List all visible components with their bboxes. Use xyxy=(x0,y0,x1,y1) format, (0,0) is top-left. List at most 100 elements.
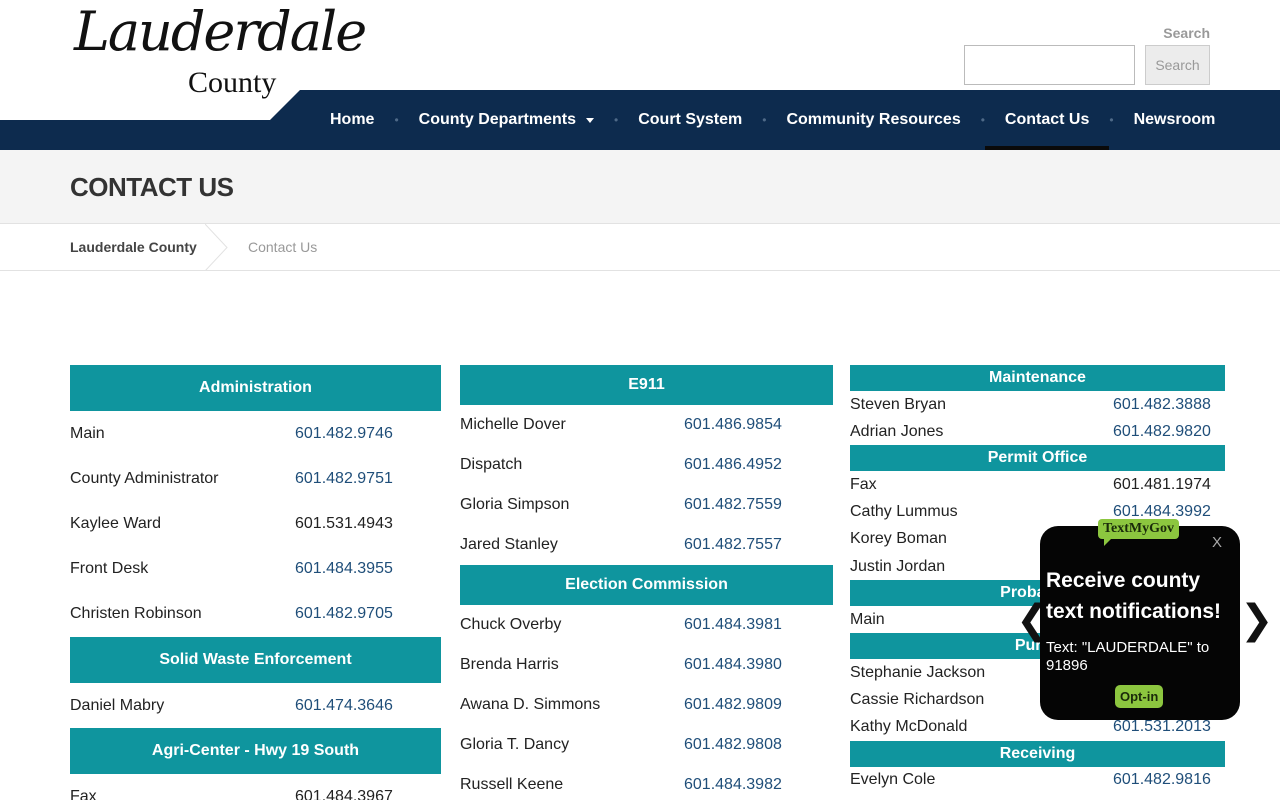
phone-link[interactable]: 601.482.9808 xyxy=(684,736,782,754)
phone-number: 601.484.3967 xyxy=(295,787,393,800)
contact-name: Russell Keene xyxy=(460,776,564,793)
contact-name: Kaylee Ward xyxy=(70,514,161,532)
phone-link[interactable]: 601.482.9816 xyxy=(1113,771,1211,789)
phone-link[interactable]: 601.531.2013 xyxy=(1113,718,1211,736)
contact-name: Awana D. Simmons xyxy=(460,696,601,713)
directory-column-2: E911 Michelle Dover 601.486.9854 Dispatch… xyxy=(460,365,833,800)
nav-contact-us-label: Contact Us xyxy=(1004,111,1090,128)
contact-name: County Administrator xyxy=(70,469,219,487)
table-row: Evelyn Cole 601.482.9816 xyxy=(850,767,1225,794)
contact-name: Gloria T. Dancy xyxy=(460,736,570,753)
phone-link[interactable]: 601.482.7559 xyxy=(684,496,782,514)
popup-heading: Receive county text notifications! xyxy=(1046,569,1222,623)
phone-link[interactable]: 601.486.9854 xyxy=(684,416,782,434)
contact-name: Adrian Jones xyxy=(850,422,944,440)
contact-name: Steven Bryan xyxy=(850,395,947,413)
section-header-solid-waste: Solid Waste Enforcement xyxy=(70,636,441,683)
main-nav: Home • County Departments • Court System… xyxy=(0,90,1280,150)
phone-link[interactable]: 601.482.3888 xyxy=(1113,396,1211,414)
contact-name: Christen Robinson xyxy=(70,605,202,623)
phone-link[interactable]: 601.482.9751 xyxy=(295,470,393,488)
table-row: Front Desk 601.484.3955 xyxy=(70,547,441,592)
page: Lauderdale County Search Search Home • C… xyxy=(0,0,1280,800)
nav-county-departments-label: County Departments xyxy=(418,111,577,128)
contact-name: Fax xyxy=(70,787,97,800)
table-row: Michelle Dover 601.486.9854 xyxy=(460,405,833,445)
table-row: Fax 601.484.3967 xyxy=(70,774,441,800)
table-row: Brenda Harris 601.484.3980 xyxy=(460,645,833,685)
nav-contact-us[interactable]: Contact Us xyxy=(984,90,1110,150)
contact-name: Brenda Harris xyxy=(460,656,559,673)
phone-number: 601.531.4943 xyxy=(295,514,393,532)
contact-name: Chuck Overby xyxy=(460,616,562,633)
table-row: Kaylee Ward 601.531.4943 xyxy=(70,501,441,546)
section-header-maintenance: Maintenance xyxy=(850,365,1225,391)
phone-link[interactable]: 601.482.9820 xyxy=(1113,423,1211,441)
table-row: Daniel Mabry 601.474.3646 xyxy=(70,683,441,728)
contact-name: Michelle Dover xyxy=(460,416,566,433)
table-row: Dispatch 601.486.4952 xyxy=(460,445,833,485)
phone-link[interactable]: 601.482.9746 xyxy=(295,425,393,443)
logo-script-text: Lauderdale xyxy=(74,0,367,63)
contact-name: Gloria Simpson xyxy=(460,496,570,513)
table-row: Adrian Jones 601.482.9820 xyxy=(850,418,1225,445)
directory-column-1: Administration Main 601.482.9746 County A… xyxy=(70,365,441,800)
contact-name: Dispatch xyxy=(460,456,523,473)
search-input[interactable] xyxy=(964,45,1135,85)
contact-name: Evelyn Cole xyxy=(850,771,936,789)
phone-link[interactable]: 601.484.3980 xyxy=(684,656,782,674)
nav-newsroom[interactable]: Newsroom xyxy=(1114,90,1236,150)
section-header-agri-center: Agri-Center - Hwy 19 South xyxy=(70,728,441,775)
nav-community-resources[interactable]: Community Resources xyxy=(766,90,980,150)
search-label: Search xyxy=(1163,25,1210,41)
phone-number: 601.481.1974 xyxy=(1113,475,1211,493)
section-header-e911: E911 xyxy=(460,365,833,405)
phone-link[interactable]: 601.484.3981 xyxy=(684,616,782,634)
contact-name: Main xyxy=(70,424,105,442)
table-row: Russell Keene 601.484.3982 xyxy=(460,765,833,800)
phone-link[interactable]: 601.484.3982 xyxy=(684,776,782,794)
contact-name: Fax xyxy=(850,475,877,493)
popup-instructions: Text: "LAUDERDALE" to 91896 xyxy=(1046,639,1210,674)
table-row: County Administrator 601.482.9751 xyxy=(70,456,441,501)
nav-diagonal xyxy=(270,90,300,120)
contact-name: Cathy Lummus xyxy=(850,503,958,521)
breadcrumb-current: Contact Us xyxy=(248,239,318,255)
opt-in-button[interactable]: Opt-in xyxy=(1115,685,1164,708)
contact-name: Front Desk xyxy=(70,560,149,578)
breadcrumb-chevron-icon xyxy=(205,224,228,271)
phone-link[interactable]: 601.484.3955 xyxy=(295,560,393,578)
nav-county-departments[interactable]: County Departments xyxy=(399,90,614,150)
section-header-receiving: Receiving xyxy=(850,740,1225,767)
table-row: Fax 601.481.1974 xyxy=(850,471,1225,498)
table-row: Gloria T. Dancy 601.482.9808 xyxy=(460,725,833,765)
page-title: CONTACT US xyxy=(70,172,234,202)
table-row: Gloria Simpson 601.482.7559 xyxy=(460,485,833,525)
table-row: Chuck Overby 601.484.3981 xyxy=(460,605,833,645)
table-row: Jared Stanley 601.482.7557 xyxy=(460,525,833,565)
close-icon[interactable]: X xyxy=(1212,534,1222,551)
nav-home[interactable]: Home xyxy=(310,90,394,150)
table-row: Steven Bryan 601.482.3888 xyxy=(850,391,1225,418)
phone-link[interactable]: 601.474.3646 xyxy=(295,697,393,715)
textmygov-badge: TextMyGov xyxy=(1098,519,1180,546)
chevron-down-icon xyxy=(586,117,595,123)
table-row: Christen Robinson 601.482.9705 xyxy=(70,592,441,637)
contact-name: Kathy McDonald xyxy=(850,718,968,736)
phone-link[interactable]: 601.482.9705 xyxy=(295,605,393,623)
section-header-administration: Administration xyxy=(70,365,441,411)
table-row: Awana D. Simmons 601.482.9809 xyxy=(460,685,833,725)
contact-name: Daniel Mabry xyxy=(70,696,165,714)
popup-next-arrow-icon[interactable]: ❯ xyxy=(1240,597,1274,643)
search-button[interactable]: Search xyxy=(1145,45,1210,85)
phone-link[interactable]: 601.482.7557 xyxy=(684,536,782,554)
nav-court-system-label: Court System xyxy=(638,111,743,128)
nav-newsroom-label: Newsroom xyxy=(1133,111,1216,128)
contact-name: Jared Stanley xyxy=(460,536,558,553)
breadcrumb-home-link[interactable]: Lauderdale County xyxy=(70,239,197,255)
nav-court-system[interactable]: Court System xyxy=(618,90,762,150)
nav-items: Home • County Departments • Court System… xyxy=(310,90,1235,150)
nav-home-label: Home xyxy=(330,111,375,128)
phone-link[interactable]: 601.482.9809 xyxy=(684,696,782,714)
phone-link[interactable]: 601.486.4952 xyxy=(684,456,782,474)
